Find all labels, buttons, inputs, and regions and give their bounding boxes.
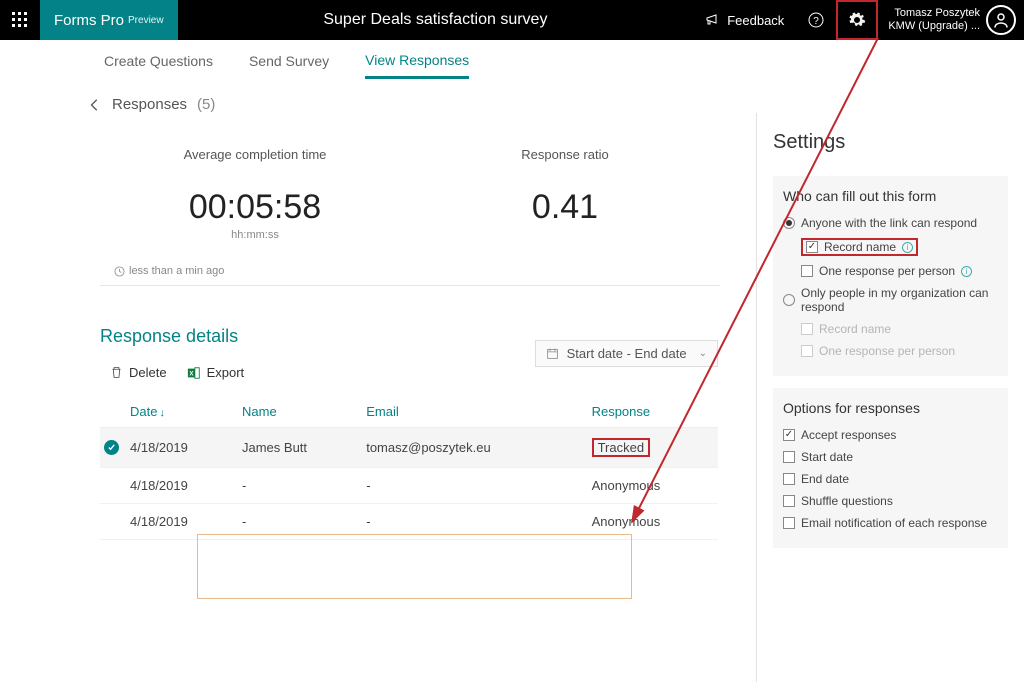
checkbox-icon (801, 323, 813, 335)
checkbox-end-date[interactable]: End date (783, 468, 998, 490)
responses-table: Date↓ Name Email Response 4/18/2019James… (100, 396, 718, 540)
cell-name: James Butt (238, 428, 362, 468)
checkbox-icon (806, 241, 818, 253)
radio-icon (783, 294, 795, 306)
date-range-label: Start date - End date (567, 346, 687, 361)
brand-suffix: Preview (128, 15, 164, 26)
response-value: Anonymous (592, 478, 661, 493)
who-can-fill-group: Who can fill out this form Anyone with t… (773, 176, 1008, 376)
col-response[interactable]: Response (588, 396, 718, 428)
breadcrumb[interactable]: Responses (5) (0, 80, 1024, 113)
help-button[interactable]: ? (796, 0, 836, 40)
options-title: Options for responses (783, 400, 998, 416)
cell-date: 4/18/2019 (126, 428, 238, 468)
col-email[interactable]: Email (362, 396, 587, 428)
info-icon[interactable]: i (961, 266, 972, 277)
options-responses-group: Options for responses Accept responses S… (773, 388, 1008, 548)
avg-time-label: Average completion time (100, 147, 410, 162)
checkbox-start-date[interactable]: Start date (783, 446, 998, 468)
checkbox-one-per-person[interactable]: One response per person i (783, 260, 998, 282)
feedback-button[interactable]: Feedback (693, 0, 796, 40)
cell-date: 4/18/2019 (126, 468, 238, 504)
avg-time-value: 00:05:58 (100, 188, 410, 227)
stats-updated: less than a min ago (129, 265, 224, 277)
user-org: KMW (Upgrade) ... (888, 20, 980, 33)
checkbox-icon (783, 451, 795, 463)
annotation-anonymous-highlight (197, 534, 632, 599)
radio-org-only[interactable]: Only people in my organization can respo… (783, 282, 998, 318)
app-launcher-button[interactable] (0, 0, 40, 40)
sort-desc-icon: ↓ (159, 407, 165, 419)
cell-name: - (238, 468, 362, 504)
export-label: Export (207, 365, 245, 380)
ratio-label: Response ratio (410, 147, 720, 162)
user-menu[interactable]: Tomasz Poszytek KMW (Upgrade) ... (878, 5, 1024, 35)
brand-label: Forms Pro (54, 12, 124, 29)
stats-card: Average completion time 00:05:58 hh:mm:s… (100, 137, 720, 286)
checkbox-record-name-org: Record name (783, 318, 998, 340)
avg-time-sub: hh:mm:ss (100, 229, 410, 241)
tab-view-responses[interactable]: View Responses (365, 42, 469, 79)
delete-label: Delete (129, 365, 167, 380)
avatar (986, 5, 1016, 35)
settings-panel: Settings Who can fill out this form Anyo… (756, 113, 1024, 682)
person-icon (992, 11, 1010, 29)
megaphone-icon (705, 12, 721, 28)
chevron-down-icon: ⌄ (699, 348, 707, 359)
feedback-label: Feedback (727, 13, 784, 28)
checkbox-icon (783, 495, 795, 507)
checkbox-accept-responses[interactable]: Accept responses (783, 424, 998, 446)
svg-text:?: ? (814, 16, 820, 27)
cell-email: tomasz@poszytek.eu (362, 428, 587, 468)
tab-send-survey[interactable]: Send Survey (249, 43, 329, 77)
radio-icon (783, 217, 795, 229)
clock-icon (114, 266, 125, 277)
col-date[interactable]: Date↓ (126, 396, 238, 428)
radio-anyone[interactable]: Anyone with the link can respond (783, 212, 998, 234)
ratio-value: 0.41 (410, 188, 720, 227)
response-value: Anonymous (592, 514, 661, 529)
response-tracked: Tracked (592, 438, 650, 457)
checkbox-email-notification[interactable]: Email notification of each response (783, 512, 998, 534)
checkbox-icon (783, 429, 795, 441)
settings-title: Settings (773, 131, 1008, 154)
info-icon[interactable]: i (902, 242, 913, 253)
survey-title: Super Deals satisfaction survey (178, 11, 694, 29)
tab-create-questions[interactable]: Create Questions (104, 43, 213, 77)
table-row[interactable]: 4/18/2019--Anonymous (100, 468, 718, 504)
who-can-fill-title: Who can fill out this form (783, 188, 998, 204)
checkbox-shuffle[interactable]: Shuffle questions (783, 490, 998, 512)
checkbox-icon (783, 517, 795, 529)
breadcrumb-label: Responses (112, 96, 187, 113)
delete-button[interactable]: Delete (100, 361, 177, 384)
checkbox-record-name[interactable]: Record name i (801, 238, 918, 256)
calendar-icon (546, 347, 559, 360)
checkbox-icon (801, 265, 813, 277)
brand[interactable]: Forms Pro Preview (40, 0, 178, 40)
waffle-icon (12, 12, 28, 28)
back-icon (88, 98, 102, 112)
help-icon: ? (808, 12, 824, 28)
table-row[interactable]: 4/18/2019James Butttomasz@poszytek.eu Tra… (100, 428, 718, 468)
date-range-picker[interactable]: Start date - End date ⌄ (535, 340, 718, 367)
checkmark-icon (104, 440, 119, 455)
trash-icon (110, 366, 123, 379)
checkbox-icon (801, 345, 813, 357)
user-name: Tomasz Poszytek (888, 7, 980, 20)
settings-button[interactable] (836, 0, 878, 40)
cell-email: - (362, 468, 587, 504)
gear-icon (848, 11, 866, 29)
export-button[interactable]: X Export (177, 361, 255, 384)
excel-icon: X (187, 366, 201, 380)
checkbox-one-per-person-org: One response per person (783, 340, 998, 362)
checkbox-icon (783, 473, 795, 485)
breadcrumb-count: (5) (197, 96, 215, 113)
col-name[interactable]: Name (238, 396, 362, 428)
